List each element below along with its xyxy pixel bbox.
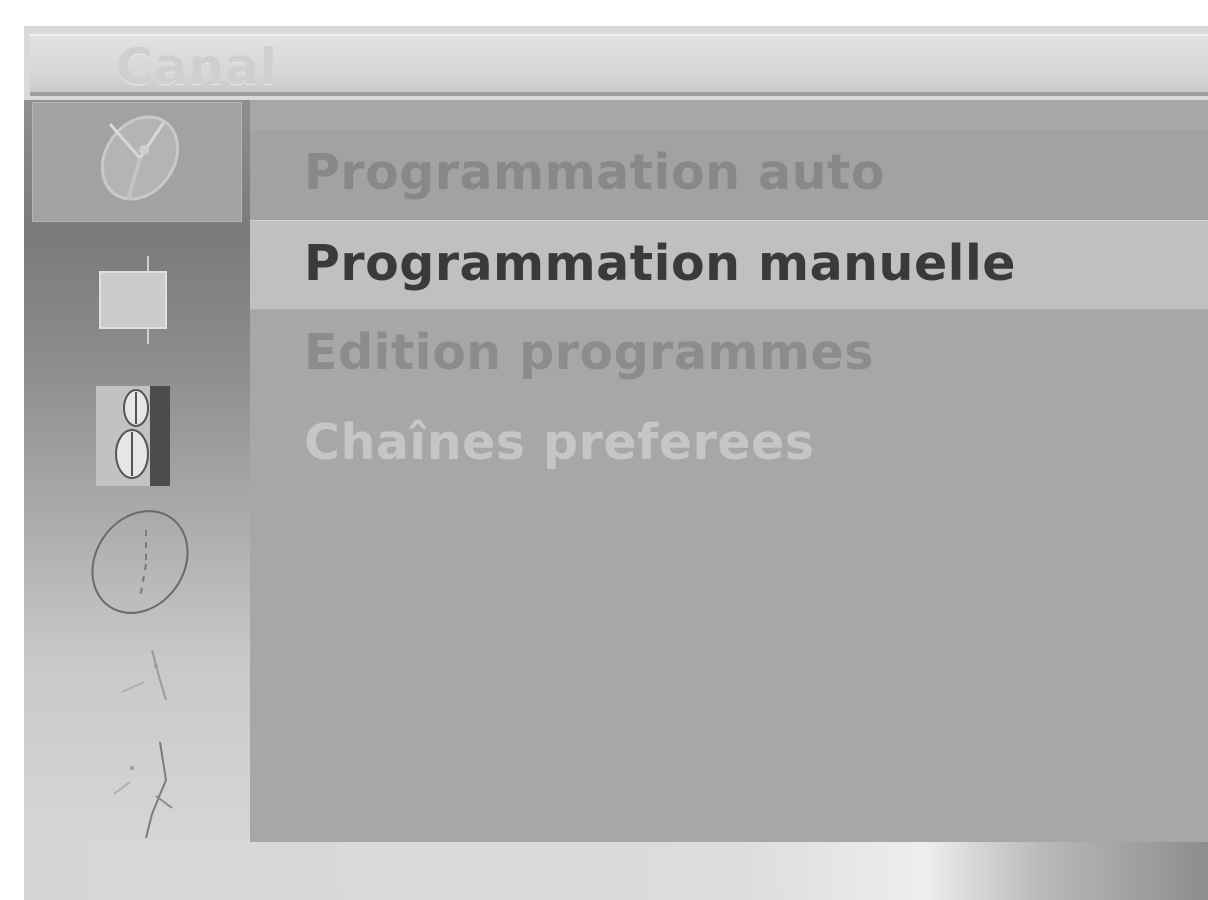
- picture-icon: [99, 256, 167, 344]
- menu-title: Canal: [116, 38, 278, 96]
- menu-item-programmation-auto[interactable]: Programmation auto: [250, 130, 1208, 220]
- menu-item-edition-programmes[interactable]: Edition programmes: [250, 310, 1208, 400]
- menu-item-label: Programmation auto: [304, 144, 886, 201]
- menu-item-label: Chaînes preferees: [304, 414, 815, 471]
- tv-screen: Canal Programmation auto Programmation m…: [0, 0, 1208, 900]
- input-icon: [113, 741, 173, 839]
- sidebar-item-heure[interactable]: [32, 500, 242, 620]
- menu-item-label: Programmation manuelle: [304, 235, 1017, 292]
- title-bar: Canal: [30, 34, 1208, 96]
- speaker-icon: [96, 386, 170, 486]
- menu-item-label: Edition programmes: [304, 324, 874, 381]
- menu-panel: Programmation auto Programmation manuell…: [250, 100, 1208, 842]
- footer-bar: [24, 842, 1208, 900]
- osd-menu: Canal Programmation auto Programmation m…: [24, 26, 1208, 900]
- sidebar-item-entree[interactable]: [32, 722, 242, 842]
- sidebar-item-son[interactable]: [32, 378, 242, 498]
- menu-item-programmation-manuelle[interactable]: Programmation manuelle: [250, 220, 1208, 310]
- sidebar-item-canal[interactable]: [32, 102, 242, 222]
- sidebar-item-image[interactable]: [32, 236, 242, 356]
- category-sidebar: [24, 100, 250, 842]
- satellite-dish-icon: [100, 115, 180, 201]
- clock-icon: [91, 510, 189, 614]
- menu-item-chaines-preferees[interactable]: Chaînes preferees: [250, 400, 1208, 490]
